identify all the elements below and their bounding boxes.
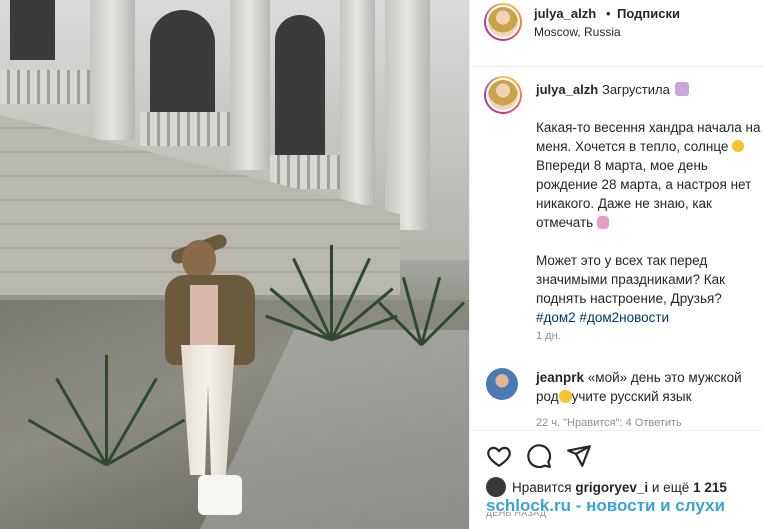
post-header: julya_alzh • Подписки Moscow, Russia: [470, 0, 764, 67]
sun-emoji-icon: [732, 140, 745, 152]
caption-paragraph-1: Какая-то весення хандра начала на меня. …: [536, 120, 761, 154]
caption-text: Какая-то весення хандра начала на меня. …: [536, 118, 764, 327]
pray-emoji-icon: [675, 82, 690, 96]
post-actions: [470, 430, 764, 480]
commenter-avatar[interactable]: [486, 368, 518, 400]
commenter-username[interactable]: jeanprk: [536, 370, 584, 385]
caption-timestamp[interactable]: 1 дн.: [536, 330, 561, 342]
photo-column: [230, 0, 270, 170]
caption-hashtags[interactable]: #дом2 #дом2новости: [536, 310, 669, 325]
comment-icon[interactable]: [526, 443, 552, 469]
author-username[interactable]: julya_alzh: [534, 6, 596, 21]
photo-palm: [378, 265, 465, 347]
caption-avatar[interactable]: [484, 76, 522, 114]
photo-column: [340, 0, 375, 205]
comment-text: jeanprk «мой» день это мужской род учите …: [536, 368, 760, 406]
photo-person-top: [190, 285, 218, 345]
author-avatar[interactable]: [484, 3, 522, 41]
comment-body-2: учите русский язык: [571, 389, 692, 404]
photo-arch: [150, 10, 215, 120]
photo-window: [10, 0, 55, 60]
header-separator: •: [606, 6, 611, 21]
photo-palm: [27, 345, 186, 467]
post-sidebar: julya_alzh • Подписки Moscow, Russia jul…: [469, 0, 764, 529]
share-icon[interactable]: [566, 443, 592, 469]
comment-meta[interactable]: 22 ч. "Нравится": 4 Ответить: [536, 417, 682, 429]
caption-paragraph-1b: Впереди 8 марта, мое день рождение 28 ма…: [536, 158, 752, 230]
photo-balustrade: [270, 155, 340, 189]
heart-icon[interactable]: [486, 443, 512, 469]
caption-mood: Загрустила: [602, 82, 690, 97]
photo-balustrade: [0, 70, 90, 104]
comment-item: jeanprk «мой» день это мужской род учите …: [470, 362, 764, 430]
liker-username[interactable]: grigoryev_i: [575, 480, 648, 495]
caption-paragraph-2: Может это у всех так перед значимыми пра…: [536, 253, 725, 306]
photo-person-shoes: [198, 475, 242, 515]
caption-username[interactable]: julya_alzh: [536, 82, 598, 97]
photo-arch: [275, 15, 325, 155]
following-button[interactable]: Подписки: [617, 6, 680, 21]
post-location[interactable]: Moscow, Russia: [534, 25, 621, 39]
site-watermark: schlock.ru - новости и слухи: [486, 496, 725, 515]
smirk-emoji-icon: [558, 390, 572, 403]
photo-column: [90, 0, 135, 140]
likes-summary[interactable]: Нравится grigoryev_i и ещё 1 215: [486, 477, 727, 497]
photo-person-head: [182, 240, 216, 280]
photo-palm: [265, 230, 398, 342]
photo-balustrade: [140, 112, 230, 146]
likes-count[interactable]: 1 215: [693, 480, 727, 495]
photo-column: [385, 0, 430, 230]
liker-avatar: [486, 477, 506, 497]
post-photo[interactable]: [0, 0, 469, 529]
post-caption: julya_alzh Загрустила Какая-то весення х…: [470, 68, 764, 348]
person-shrug-emoji-icon: [596, 216, 609, 229]
